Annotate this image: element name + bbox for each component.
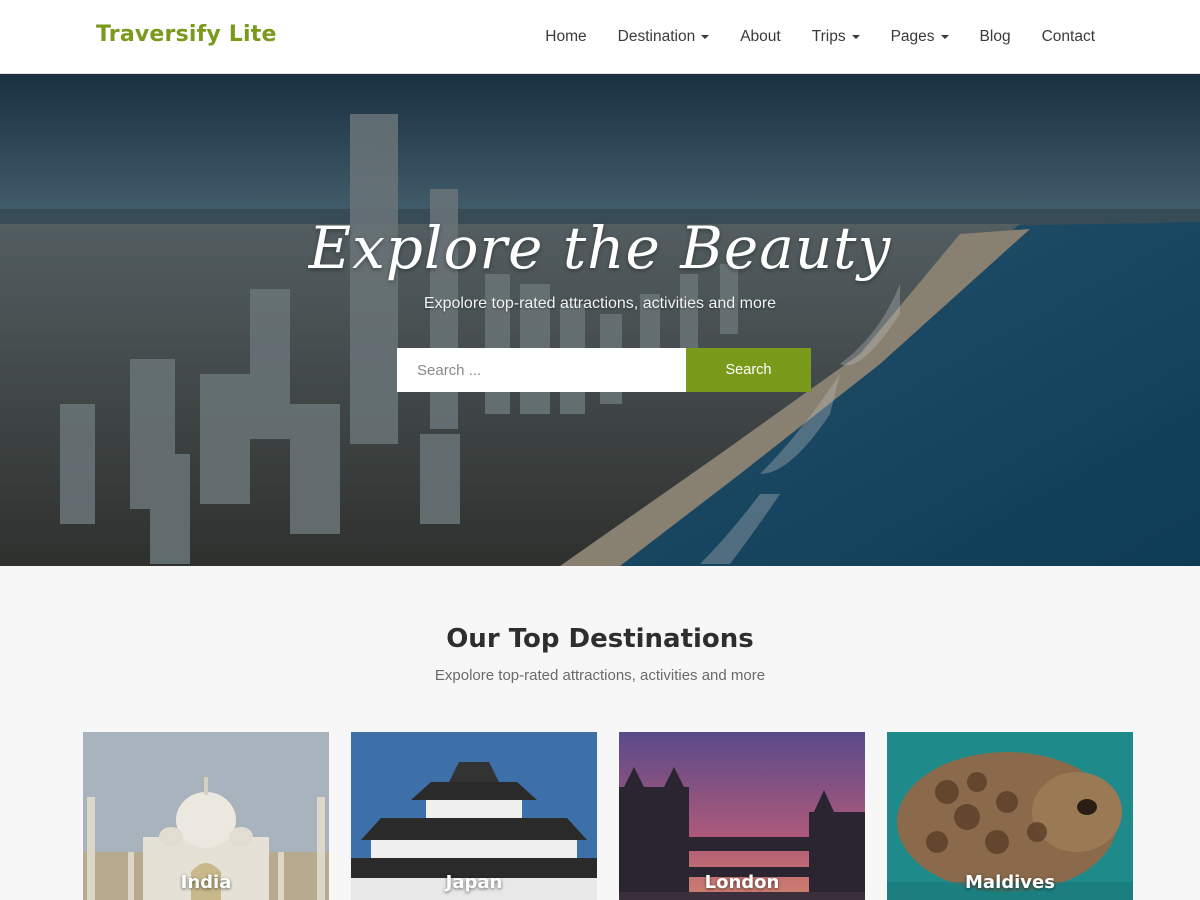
hero-subtitle: Expolore top-rated attractions, activiti… <box>423 295 777 312</box>
destination-label: Japan <box>445 872 503 893</box>
destination-cards: India Japan London Maldives <box>83 732 1133 900</box>
nav-pages[interactable]: Pages <box>891 28 949 46</box>
destination-card-maldives[interactable]: Maldives <box>887 732 1133 900</box>
destination-label: Maldives <box>965 872 1055 893</box>
nav-about-label: About <box>740 28 781 45</box>
destination-card-india[interactable]: India <box>83 732 329 900</box>
search-form: Search <box>397 348 811 392</box>
nav-trips[interactable]: Trips <box>812 28 860 46</box>
main-nav: Home Destination About Trips Pages Blog … <box>545 28 1095 46</box>
nav-destination-label: Destination <box>617 28 696 45</box>
search-button[interactable]: Search <box>686 348 811 392</box>
hero-title: Explore the Beauty <box>308 214 892 282</box>
nav-blog[interactable]: Blog <box>980 28 1011 46</box>
site-logo[interactable]: Traversify Lite <box>96 22 277 47</box>
nav-home-label: Home <box>545 28 587 45</box>
destinations-title: Our Top Destinations <box>446 624 754 654</box>
hero-overlay <box>0 74 1200 566</box>
destination-card-japan[interactable]: Japan <box>351 732 597 900</box>
nav-pages-label: Pages <box>890 28 935 45</box>
caret-down-icon <box>701 35 710 39</box>
nav-home[interactable]: Home <box>545 28 586 46</box>
site-header: Traversify Lite Home Destination About T… <box>0 0 1200 74</box>
destination-label: India <box>180 872 232 893</box>
nav-about[interactable]: About <box>740 28 781 46</box>
hero-banner: Explore the Beauty Expolore top-rated at… <box>0 74 1200 566</box>
nav-trips-label: Trips <box>811 28 846 45</box>
nav-destination[interactable]: Destination <box>618 28 710 46</box>
destination-card-london[interactable]: London <box>619 732 865 900</box>
nav-contact[interactable]: Contact <box>1042 28 1095 46</box>
caret-down-icon <box>851 35 860 39</box>
destinations-subtitle: Expolore top-rated attractions, activiti… <box>434 667 766 684</box>
caret-down-icon <box>940 35 949 39</box>
search-input[interactable] <box>397 348 686 392</box>
destination-label: London <box>704 872 780 893</box>
nav-contact-label: Contact <box>1041 28 1095 45</box>
nav-blog-label: Blog <box>979 28 1011 45</box>
